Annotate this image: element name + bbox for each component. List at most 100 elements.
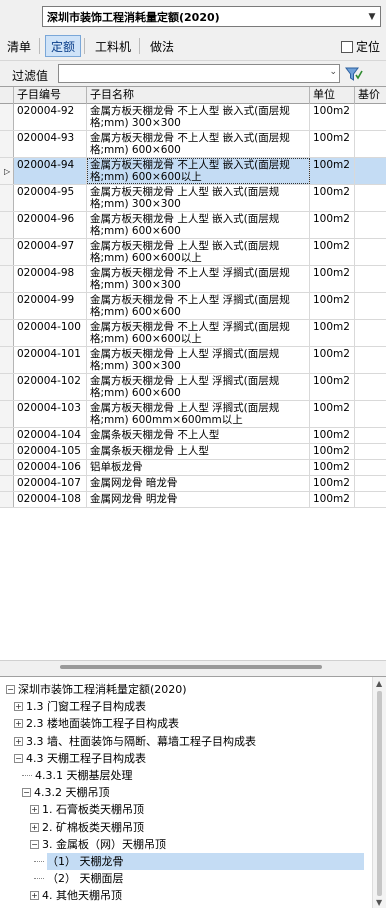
cell-name[interactable]: 金属方板天棚龙骨 不上人型 浮搁式(面层规格;mm) 600×600以上 xyxy=(87,320,310,346)
cell-unit[interactable]: 100m2 xyxy=(310,239,355,265)
cell-code[interactable]: 020004-107 xyxy=(14,476,87,491)
cell-unit[interactable]: 100m2 xyxy=(310,444,355,459)
cell-unit[interactable]: 100m2 xyxy=(310,158,355,184)
expand-icon[interactable]: + xyxy=(14,702,23,712)
cell-price[interactable] xyxy=(355,476,386,491)
tree-node[interactable]: （1） 天棚龙骨 xyxy=(34,853,364,870)
cell-code[interactable]: 020004-101 xyxy=(14,347,87,373)
scroll-down-icon[interactable]: ▼ xyxy=(376,898,382,907)
tab-2[interactable]: 工料机 xyxy=(90,35,136,57)
cell-name[interactable]: 金属方板天棚龙骨 不上人型 浮搁式(面层规格;mm) 300×300 xyxy=(87,266,310,292)
chevron-down-icon[interactable]: ⌄ xyxy=(329,67,337,77)
tab-1[interactable]: 定额 xyxy=(45,35,82,57)
cell-unit[interactable]: 100m2 xyxy=(310,293,355,319)
cell-name[interactable]: 金属方板天棚龙骨 不上人型 嵌入式(面层规格;mm) 300×300 xyxy=(87,104,310,130)
cell-price[interactable] xyxy=(355,320,386,346)
cell-code[interactable]: 020004-97 xyxy=(14,239,87,265)
row-indicator[interactable] xyxy=(0,428,14,443)
column-header-name[interactable]: 子目名称 xyxy=(87,87,310,104)
row-indicator[interactable] xyxy=(0,185,14,211)
cell-name[interactable]: 金属方板天棚龙骨 不上人型 嵌入式(面层规格;mm) 600×600 xyxy=(87,131,310,157)
cell-price[interactable] xyxy=(355,460,386,475)
tree-node[interactable]: +2.3 楼地面装饰工程子目构成表 xyxy=(14,715,179,732)
scrollbar-thumb[interactable] xyxy=(60,665,322,669)
cell-price[interactable] xyxy=(355,104,386,130)
cell-name[interactable]: 金属方板天棚龙骨 上人型 嵌入式(面层规格;mm) 300×300 xyxy=(87,185,310,211)
expand-icon[interactable]: + xyxy=(30,805,39,815)
cell-name[interactable]: 铝单板龙骨 xyxy=(87,460,310,475)
tree-node[interactable]: 4.3.1 天棚基层处理 xyxy=(22,767,133,784)
cell-code[interactable]: 020004-103 xyxy=(14,401,87,427)
cell-unit[interactable]: 100m2 xyxy=(310,374,355,400)
filter-icon[interactable] xyxy=(344,64,364,83)
collapse-icon[interactable]: − xyxy=(22,788,31,798)
cell-code[interactable]: 020004-94 xyxy=(14,158,87,184)
cell-name[interactable]: 金属方板天棚龙骨 上人型 浮搁式(面层规格;mm) 300×300 xyxy=(87,347,310,373)
cell-price[interactable] xyxy=(355,401,386,427)
tree-node[interactable]: +1.3 门窗工程子目构成表 xyxy=(14,698,146,715)
column-header-code[interactable]: 子目编号 xyxy=(14,87,87,104)
row-indicator[interactable] xyxy=(0,401,14,427)
table-row[interactable]: 020004-100 金属方板天棚龙骨 不上人型 浮搁式(面层规格;mm) 600… xyxy=(0,320,386,347)
expand-icon[interactable]: + xyxy=(30,891,39,901)
tree-node[interactable]: +2. 矿棉板类天棚吊顶 xyxy=(30,819,144,836)
table-row[interactable]: 020004-92 金属方板天棚龙骨 不上人型 嵌入式(面层规格;mm) 300×… xyxy=(0,104,386,131)
cell-code[interactable]: 020004-105 xyxy=(14,444,87,459)
cell-price[interactable] xyxy=(355,374,386,400)
row-indicator[interactable] xyxy=(0,476,14,491)
cell-unit[interactable]: 100m2 xyxy=(310,476,355,491)
table-row[interactable]: 020004-107 金属网龙骨 暗龙骨 100m2 xyxy=(0,476,386,492)
column-header-unit[interactable]: 单位 xyxy=(310,87,355,104)
cell-unit[interactable]: 100m2 xyxy=(310,460,355,475)
cell-unit[interactable]: 100m2 xyxy=(310,428,355,443)
cell-code[interactable]: 020004-99 xyxy=(14,293,87,319)
row-indicator[interactable] xyxy=(0,444,14,459)
row-indicator[interactable] xyxy=(0,239,14,265)
cell-unit[interactable]: 100m2 xyxy=(310,104,355,130)
row-indicator[interactable] xyxy=(0,492,14,507)
tree-node[interactable]: +1. 石膏板类天棚吊顶 xyxy=(30,801,144,818)
cell-code[interactable]: 020004-106 xyxy=(14,460,87,475)
cell-unit[interactable]: 100m2 xyxy=(310,131,355,157)
collapse-icon[interactable]: − xyxy=(14,753,23,763)
table-row[interactable]: 020004-101 金属方板天棚龙骨 上人型 浮搁式(面层规格;mm) 300×… xyxy=(0,347,386,374)
expand-icon[interactable]: + xyxy=(14,736,23,746)
cell-name[interactable]: 金属方板天棚龙骨 不上人型 浮搁式(面层规格;mm) 600×600 xyxy=(87,293,310,319)
tree-node[interactable]: −4.3 天棚工程子目构成表 xyxy=(14,750,146,767)
cell-code[interactable]: 020004-98 xyxy=(14,266,87,292)
table-row[interactable]: 020004-98 金属方板天棚龙骨 不上人型 浮搁式(面层规格;mm) 300×… xyxy=(0,266,386,293)
cell-code[interactable]: 020004-96 xyxy=(14,212,87,238)
cell-price[interactable] xyxy=(355,266,386,292)
row-indicator[interactable] xyxy=(0,266,14,292)
cell-name[interactable]: 金属方板天棚龙骨 上人型 嵌入式(面层规格;mm) 600×600以上 xyxy=(87,239,310,265)
locate-checkbox-box[interactable] xyxy=(340,40,353,53)
collapse-icon[interactable]: − xyxy=(6,685,15,694)
tree-node[interactable]: （2） 天棚面层 xyxy=(34,870,124,887)
cell-name[interactable]: 金属网龙骨 明龙骨 xyxy=(87,492,310,507)
cell-price[interactable] xyxy=(355,444,386,459)
tab-0[interactable]: 清单 xyxy=(2,35,36,57)
cell-price[interactable] xyxy=(355,158,386,184)
cell-unit[interactable]: 100m2 xyxy=(310,266,355,292)
cell-unit[interactable]: 100m2 xyxy=(310,492,355,507)
cell-unit[interactable]: 100m2 xyxy=(310,401,355,427)
cell-name[interactable]: 金属条板天棚龙骨 上人型 xyxy=(87,444,310,459)
cell-price[interactable] xyxy=(355,492,386,507)
cell-unit[interactable]: 100m2 xyxy=(310,185,355,211)
expand-icon[interactable]: + xyxy=(14,719,23,729)
cell-code[interactable]: 020004-95 xyxy=(14,185,87,211)
collapse-icon[interactable]: − xyxy=(30,839,39,849)
table-row[interactable]: 020004-105 金属条板天棚龙骨 上人型 100m2 xyxy=(0,444,386,460)
vertical-scrollbar[interactable]: ▲ ▼ xyxy=(372,677,386,908)
tree-node[interactable]: +4. 其他天棚吊顶 xyxy=(30,887,122,904)
tab-3[interactable]: 做法 xyxy=(145,35,179,57)
cell-code[interactable]: 020004-93 xyxy=(14,131,87,157)
tree-node[interactable]: +3.3 墙、柱面装饰与隔断、幕墙工程子目构成表 xyxy=(14,733,256,750)
row-indicator[interactable] xyxy=(0,212,14,238)
table-row[interactable]: 020004-106 铝单板龙骨 100m2 xyxy=(0,460,386,476)
chevron-down-icon[interactable]: ▼ xyxy=(364,7,380,26)
filter-input[interactable]: ⌄ xyxy=(58,64,340,83)
table-row[interactable]: 020004-108 金属网龙骨 明龙骨 100m2 xyxy=(0,492,386,508)
table-row[interactable]: 020004-102 金属方板天棚龙骨 上人型 浮搁式(面层规格;mm) 600×… xyxy=(0,374,386,401)
row-indicator[interactable] xyxy=(0,374,14,400)
